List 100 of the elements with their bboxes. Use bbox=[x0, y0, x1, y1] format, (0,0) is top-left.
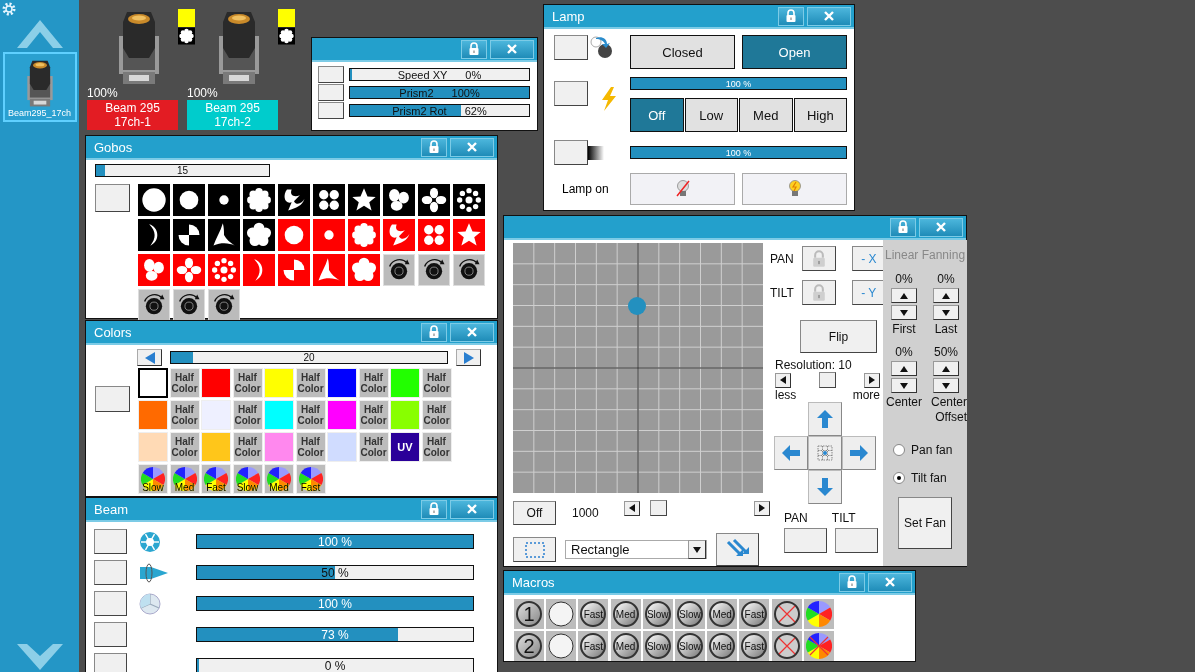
strobe-button[interactable]: Low bbox=[684, 98, 738, 132]
set-fan-button[interactable]: Set Fan bbox=[898, 497, 952, 549]
previous-button[interactable] bbox=[137, 349, 162, 366]
scroll-left-button[interactable] bbox=[624, 500, 640, 516]
half-color-button[interactable]: Half Color bbox=[295, 368, 326, 398]
lock-button[interactable] bbox=[890, 217, 916, 237]
level-slider[interactable]: 100 % bbox=[196, 534, 474, 549]
close-button[interactable] bbox=[868, 572, 912, 592]
macro-speed-button[interactable]: Med bbox=[610, 599, 641, 629]
half-color-button[interactable]: Half Color bbox=[295, 432, 326, 462]
move-down-button[interactable] bbox=[808, 470, 842, 504]
increase-button[interactable] bbox=[933, 361, 959, 376]
lock-button[interactable] bbox=[421, 137, 447, 157]
channel-button[interactable] bbox=[94, 622, 127, 647]
gobo-button[interactable] bbox=[418, 184, 450, 216]
macro-speed-button[interactable]: Slow bbox=[642, 631, 673, 661]
channel-button[interactable] bbox=[318, 66, 344, 83]
channel-button[interactable] bbox=[94, 529, 127, 554]
increase-button[interactable] bbox=[891, 288, 917, 303]
increase-button[interactable] bbox=[933, 288, 959, 303]
macro-color-button[interactable] bbox=[803, 599, 834, 629]
channel-button[interactable] bbox=[554, 140, 588, 165]
move-up-button[interactable] bbox=[808, 402, 842, 436]
half-color-button[interactable]: Half Color bbox=[421, 368, 452, 398]
macro-speed-button[interactable]: Fast bbox=[578, 599, 609, 629]
lock-button[interactable] bbox=[421, 322, 447, 342]
close-button[interactable] bbox=[490, 39, 534, 59]
strobe-button[interactable]: Off bbox=[630, 98, 684, 132]
gobo-button[interactable] bbox=[418, 254, 450, 286]
less-button[interactable] bbox=[775, 372, 791, 388]
macro-speed-button[interactable]: Fast bbox=[578, 631, 609, 661]
gobo-button[interactable] bbox=[173, 184, 205, 216]
macro-speed-button[interactable]: Slow bbox=[642, 599, 673, 629]
half-color-button[interactable]: Half Color bbox=[421, 432, 452, 462]
gobo-button[interactable] bbox=[173, 219, 205, 251]
shape-dropdown[interactable]: Rectangle bbox=[565, 540, 707, 559]
level-slider[interactable]: 100 % bbox=[630, 146, 847, 159]
macro-number-button[interactable]: 1 bbox=[514, 599, 544, 629]
level-slider[interactable]: 100 % bbox=[630, 77, 847, 90]
macro-speed-button[interactable]: Med bbox=[707, 599, 738, 629]
shutter-button[interactable]: Open bbox=[742, 35, 847, 69]
more-button[interactable] bbox=[864, 372, 880, 388]
macro-button[interactable] bbox=[546, 599, 577, 629]
gobo-button[interactable] bbox=[138, 184, 170, 216]
close-button[interactable] bbox=[450, 322, 494, 342]
gobo-button[interactable] bbox=[243, 219, 275, 251]
pan-lock-button[interactable] bbox=[801, 246, 836, 271]
channel-button[interactable] bbox=[554, 35, 588, 60]
scroll-right-button[interactable] bbox=[754, 500, 770, 516]
gobo-button[interactable] bbox=[138, 289, 170, 321]
macro-speed-button[interactable]: Med bbox=[707, 631, 738, 661]
gobo-button[interactable] bbox=[383, 254, 415, 286]
channel-button[interactable] bbox=[554, 81, 588, 106]
gobo-button[interactable] bbox=[453, 184, 485, 216]
swap-button[interactable] bbox=[716, 533, 759, 566]
channel-button[interactable] bbox=[318, 84, 344, 101]
macro-speed-button[interactable]: Fast bbox=[739, 631, 770, 661]
lock-button[interactable] bbox=[839, 572, 865, 592]
gobo-button[interactable] bbox=[348, 184, 380, 216]
half-color-button[interactable]: Half Color bbox=[358, 400, 389, 430]
macro-number-button[interactable]: 2 bbox=[514, 631, 544, 661]
channel-button[interactable] bbox=[94, 560, 127, 585]
select-area-button[interactable] bbox=[513, 537, 556, 562]
level-slider[interactable]: Speed XY 0% bbox=[349, 68, 530, 81]
color-wheel-button[interactable]: Med bbox=[264, 464, 294, 494]
resolution-thumb[interactable] bbox=[819, 372, 836, 388]
close-button[interactable] bbox=[450, 137, 494, 157]
half-color-button[interactable]: Half Color bbox=[169, 368, 200, 398]
half-color-button[interactable]: Half Color bbox=[421, 400, 452, 430]
half-color-button[interactable]: Half Color bbox=[169, 432, 200, 462]
gobo-button[interactable] bbox=[453, 254, 485, 286]
gobo-button[interactable] bbox=[208, 184, 240, 216]
half-color-button[interactable]: Half Color bbox=[232, 400, 263, 430]
channel-button[interactable] bbox=[318, 102, 344, 119]
next-button[interactable] bbox=[456, 349, 481, 366]
level-slider[interactable]: Prism2 Rot 62% bbox=[349, 104, 530, 117]
decrease-button[interactable] bbox=[891, 378, 917, 393]
color-wheel-button[interactable]: Fast bbox=[295, 464, 326, 494]
gobo-button[interactable] bbox=[208, 219, 240, 251]
tilt-button[interactable] bbox=[835, 528, 878, 553]
gobo-button[interactable] bbox=[208, 289, 240, 321]
level-slider[interactable]: 15 bbox=[95, 164, 270, 177]
shutter-button[interactable]: Closed bbox=[630, 35, 735, 69]
lock-button[interactable] bbox=[461, 39, 487, 59]
half-color-button[interactable]: Half Color bbox=[358, 368, 389, 398]
settings-icon[interactable] bbox=[2, 2, 16, 16]
lock-button[interactable] bbox=[778, 6, 804, 26]
close-button[interactable] bbox=[450, 499, 494, 519]
macro-cancel-button[interactable] bbox=[771, 599, 802, 629]
half-color-button[interactable]: Half Color bbox=[232, 368, 263, 398]
gobo-button[interactable] bbox=[173, 289, 205, 321]
invert-x-button[interactable]: - X bbox=[851, 246, 886, 271]
macro-speed-button[interactable]: Med bbox=[610, 631, 641, 661]
level-slider[interactable]: 100 % bbox=[196, 596, 474, 611]
half-color-button[interactable]: Half Color bbox=[358, 432, 389, 462]
channel-button[interactable] bbox=[95, 386, 130, 412]
color-wheel-button[interactable]: Fast bbox=[201, 464, 231, 494]
channel-button[interactable] bbox=[95, 184, 130, 212]
close-button[interactable] bbox=[807, 6, 851, 26]
radio-button[interactable] bbox=[893, 472, 905, 484]
